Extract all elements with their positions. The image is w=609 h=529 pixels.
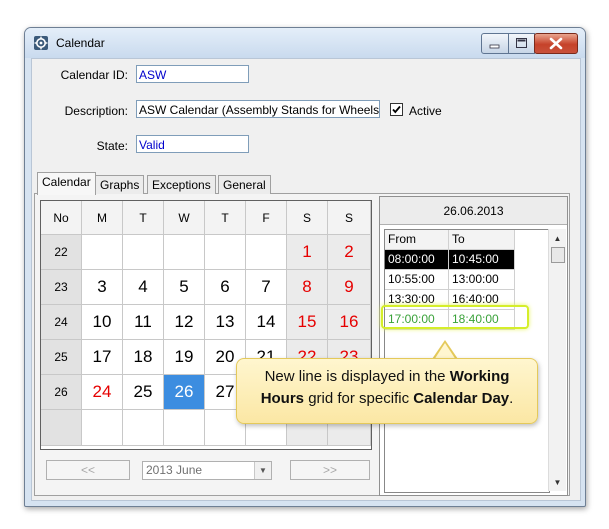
callout-text-6: .	[509, 390, 514, 407]
calendar-day-cell[interactable]: 19	[164, 340, 205, 375]
calendar-day-cell[interactable]: 25	[123, 375, 164, 410]
calendar-empty-cell	[41, 410, 82, 446]
calendar-day-cell[interactable]: 4	[123, 270, 164, 305]
calendar-day-cell[interactable]: 15	[287, 305, 328, 340]
minimize-button[interactable]	[481, 33, 509, 54]
calendar-day-cell[interactable]: 16	[328, 305, 371, 340]
calendar-empty-cell	[123, 410, 164, 446]
calendar-day-cell[interactable]: 9	[328, 270, 371, 305]
calendar-header-6: S	[287, 201, 328, 235]
callout-text-1: New line is displayed in the	[264, 368, 450, 385]
hours-from-cell[interactable]: 08:00:00	[385, 250, 449, 270]
calendar-day-cell[interactable]: 2	[328, 235, 371, 270]
chevron-down-icon[interactable]: ▼	[254, 462, 271, 479]
calendar-day-cell[interactable]	[164, 235, 205, 270]
working-hours-date: 26.06.2013	[380, 197, 567, 225]
annotation-callout: New line is displayed in the Working Hou…	[236, 358, 538, 424]
week-number: 24	[41, 305, 82, 340]
calendar-empty-cell	[164, 410, 205, 446]
checkmark-icon	[392, 105, 401, 114]
callout-text-5: Calendar Day	[413, 390, 510, 407]
title-bar[interactable]: Calendar	[25, 28, 585, 58]
calendar-day-cell[interactable]: 10	[82, 305, 123, 340]
calendar-day-cell[interactable]: 8	[287, 270, 328, 305]
calendar-day-cell[interactable]: 11	[123, 305, 164, 340]
calendar-id-label: Calendar ID:	[60, 68, 128, 82]
hours-from-cell[interactable]: 10:55:00	[385, 270, 449, 290]
week-number: 26	[41, 375, 82, 410]
calendar-day-cell[interactable]: 17	[82, 340, 123, 375]
minimize-icon	[489, 44, 500, 49]
tab-graphs[interactable]: Graphs	[95, 175, 145, 194]
active-label: Active	[409, 104, 442, 118]
working-hours-panel: 26.06.2013 From To 08:00:00 10:45:00 10:55:0…	[379, 196, 568, 496]
state-label: State:	[96, 139, 128, 153]
calendar-day-cell[interactable]: 26	[164, 375, 205, 410]
tab-exceptions[interactable]: Exceptions	[147, 175, 216, 194]
hours-header-1: To	[449, 230, 515, 250]
maximize-button[interactable]	[508, 33, 535, 54]
scroll-down-icon[interactable]: ▼	[549, 475, 566, 489]
close-icon	[549, 37, 563, 50]
callout-text-3: Hours	[260, 390, 305, 407]
close-button[interactable]	[534, 33, 578, 54]
calendar-day-cell[interactable]: 14	[246, 305, 287, 340]
description-field[interactable]: ASW Calendar (Assembly Stands for Wheels…	[136, 100, 380, 118]
window-title: Calendar	[56, 36, 105, 50]
calendar-day-cell[interactable]: 13	[205, 305, 246, 340]
state-field[interactable]: Valid	[136, 135, 249, 153]
scroll-up-icon[interactable]: ▲	[549, 231, 566, 245]
month-select-value: 2013 June	[146, 463, 203, 477]
calendar-day-cell[interactable]: 7	[246, 270, 287, 305]
active-checkbox[interactable]	[390, 103, 403, 116]
calendar-header-5: F	[246, 201, 287, 235]
new-line-highlight	[381, 305, 529, 329]
tab-calendar[interactable]: Calendar	[37, 172, 96, 195]
calendar-day-cell[interactable]: 3	[82, 270, 123, 305]
calendar-header-4: T	[205, 201, 246, 235]
week-number: 25	[41, 340, 82, 375]
calendar-header-0: No	[41, 201, 82, 235]
calendar-header-3: W	[164, 201, 205, 235]
week-number: 23	[41, 270, 82, 305]
calendar-day-cell[interactable]	[205, 235, 246, 270]
calendar-header-1: M	[82, 201, 123, 235]
calendar-day-cell[interactable]: 12	[164, 305, 205, 340]
prev-month-button[interactable]: <<	[46, 460, 130, 480]
calendar-day-cell[interactable]	[82, 235, 123, 270]
calendar-day-cell[interactable]: 6	[205, 270, 246, 305]
maximize-icon	[516, 38, 527, 48]
calendar-header-2: T	[123, 201, 164, 235]
calendar-day-cell[interactable]: 1	[287, 235, 328, 270]
calendar-day-cell[interactable]: 24	[82, 375, 123, 410]
calendar-day-cell[interactable]: 18	[123, 340, 164, 375]
hours-to-cell[interactable]: 10:45:00	[449, 250, 515, 270]
callout-text-2: Working	[449, 368, 510, 385]
month-select[interactable]: 2013 June ▼	[142, 461, 272, 480]
week-number: 22	[41, 235, 82, 270]
next-month-button[interactable]: >>	[290, 460, 370, 480]
hours-header-0: From	[385, 230, 449, 250]
description-label: Description:	[64, 104, 128, 118]
callout-text-4: grid for specific	[304, 390, 414, 407]
calendar-day-cell[interactable]: 5	[164, 270, 205, 305]
scroll-thumb[interactable]	[551, 247, 565, 263]
calendar-day-cell[interactable]	[123, 235, 164, 270]
vertical-scrollbar[interactable]: ▲ ▼	[548, 229, 566, 491]
app-icon	[34, 36, 48, 50]
calendar-id-field[interactable]: ASW	[136, 65, 249, 83]
calendar-day-cell[interactable]	[246, 235, 287, 270]
hours-to-cell[interactable]: 13:00:00	[449, 270, 515, 290]
calendar-header-7: S	[328, 201, 371, 235]
calendar-empty-cell	[82, 410, 123, 446]
tab-general[interactable]: General	[218, 175, 271, 194]
